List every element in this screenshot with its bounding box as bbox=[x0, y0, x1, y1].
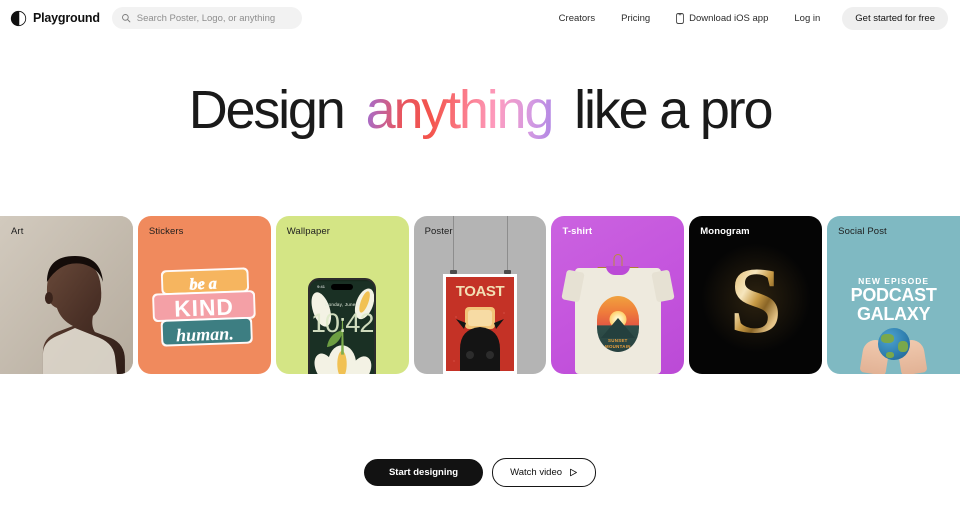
social-post-title-line2: GALAXY bbox=[856, 303, 931, 324]
nav-link-pricing[interactable]: Pricing bbox=[608, 13, 663, 24]
social-post-title-line1: PODCAST bbox=[850, 285, 937, 305]
globe-icon bbox=[877, 328, 910, 360]
globe-landmass-1 bbox=[880, 334, 894, 343]
phone-lockscreen-date: Monday, June 8 bbox=[324, 302, 360, 307]
category-card-strip: Art be a KIND human. Stickers 9:41 Monda… bbox=[0, 216, 960, 374]
nav-link-creators[interactable]: Creators bbox=[546, 13, 608, 24]
playground-logo-icon bbox=[10, 10, 27, 26]
graphic-mountain bbox=[600, 318, 635, 338]
monogram-letter: S bbox=[729, 249, 782, 354]
hero-action-buttons: Start designing Watch video bbox=[0, 458, 960, 487]
tshirt-graphic: SUNSET MOUNTAIN bbox=[596, 296, 639, 352]
poster-wire-left bbox=[453, 216, 455, 272]
search-input[interactable] bbox=[136, 12, 293, 24]
nav-link-creators-label: Creators bbox=[558, 12, 596, 24]
nav-links-group: Creators Pricing Download iOS app Log in… bbox=[546, 6, 948, 30]
phone-lockscreen-time: 10:42 bbox=[310, 308, 374, 338]
phone-notch bbox=[331, 284, 354, 290]
watch-video-label: Watch video bbox=[510, 467, 563, 478]
hero-headline: Design anything like a pro bbox=[0, 79, 960, 141]
tshirt-collar bbox=[605, 266, 630, 275]
stickers-sticker-image: be a KIND human. bbox=[138, 216, 271, 374]
card-label-wallpaper: Wallpaper bbox=[286, 226, 331, 237]
tshirt-mockup: SUNSET MOUNTAIN bbox=[574, 266, 661, 374]
hero-word-accent: anything bbox=[365, 80, 555, 140]
category-card-social-post[interactable]: NEW EPISODE PODCAST GALAXY Social Post bbox=[827, 216, 960, 374]
svg-text:human.: human. bbox=[176, 323, 234, 345]
social-post-title: PODCAST GALAXY bbox=[827, 286, 960, 324]
card-label-art: Art bbox=[11, 226, 24, 237]
brand-logo[interactable]: Playground bbox=[10, 10, 100, 27]
start-designing-button[interactable]: Start designing bbox=[363, 459, 484, 486]
get-started-button[interactable]: Get started for free bbox=[842, 6, 948, 30]
category-card-tshirt[interactable]: SUNSET MOUNTAIN T-shirt bbox=[551, 216, 685, 374]
watch-video-button[interactable]: Watch video bbox=[492, 458, 597, 487]
nav-link-pricing-label: Pricing bbox=[621, 12, 651, 24]
nav-link-log-in[interactable]: Log in bbox=[781, 13, 833, 24]
phone-icon bbox=[676, 12, 684, 24]
poster-mockup: TOAST bbox=[443, 274, 517, 374]
graphic-text-line2: MOUNTAIN bbox=[604, 343, 631, 349]
card-label-poster: Poster bbox=[424, 226, 453, 237]
card-label-tshirt: T-shirt bbox=[562, 226, 593, 237]
top-navigation-bar: Playground Creators Pricing Download iOS… bbox=[0, 0, 960, 36]
graphic-text: SUNSET MOUNTAIN bbox=[597, 338, 639, 349]
phone-status-time: 9:41 bbox=[317, 284, 325, 289]
nav-link-log-in-label: Log in bbox=[794, 12, 821, 24]
category-card-poster[interactable]: TOAST Poster bbox=[413, 216, 547, 374]
card-label-social-post: Social Post bbox=[838, 226, 887, 237]
art-portrait-image bbox=[0, 216, 133, 374]
card-label-monogram: Monogram bbox=[700, 226, 750, 237]
hero-word-3: like a pro bbox=[574, 80, 773, 140]
search-icon bbox=[121, 14, 131, 23]
poster-title-text: TOAST bbox=[455, 283, 505, 300]
play-icon bbox=[569, 468, 578, 477]
category-card-monogram[interactable]: S Monogram bbox=[689, 216, 823, 374]
category-card-wallpaper[interactable]: 9:41 Monday, June 8 10:42 Wallpaper bbox=[275, 216, 409, 374]
poster-wire-right bbox=[506, 216, 508, 272]
globe-landmass-3 bbox=[885, 352, 894, 358]
brand-name: Playground bbox=[33, 11, 100, 25]
card-label-stickers: Stickers bbox=[148, 226, 184, 237]
nav-link-download-ios-app-label: Download iOS app bbox=[689, 12, 769, 24]
search-bar[interactable] bbox=[111, 7, 302, 29]
hero-word-1: Design bbox=[188, 80, 346, 140]
category-card-art[interactable]: Art bbox=[0, 216, 133, 374]
svg-text:KIND: KIND bbox=[174, 293, 234, 321]
category-card-stickers[interactable]: be a KIND human. Stickers bbox=[137, 216, 271, 374]
poster-artwork: TOAST bbox=[446, 277, 514, 371]
nav-link-download-ios-app[interactable]: Download iOS app bbox=[663, 13, 781, 24]
phone-mockup: 9:41 Monday, June 8 10:42 bbox=[308, 278, 377, 374]
svg-text:be a: be a bbox=[189, 275, 217, 293]
globe-landmass-2 bbox=[897, 341, 908, 352]
